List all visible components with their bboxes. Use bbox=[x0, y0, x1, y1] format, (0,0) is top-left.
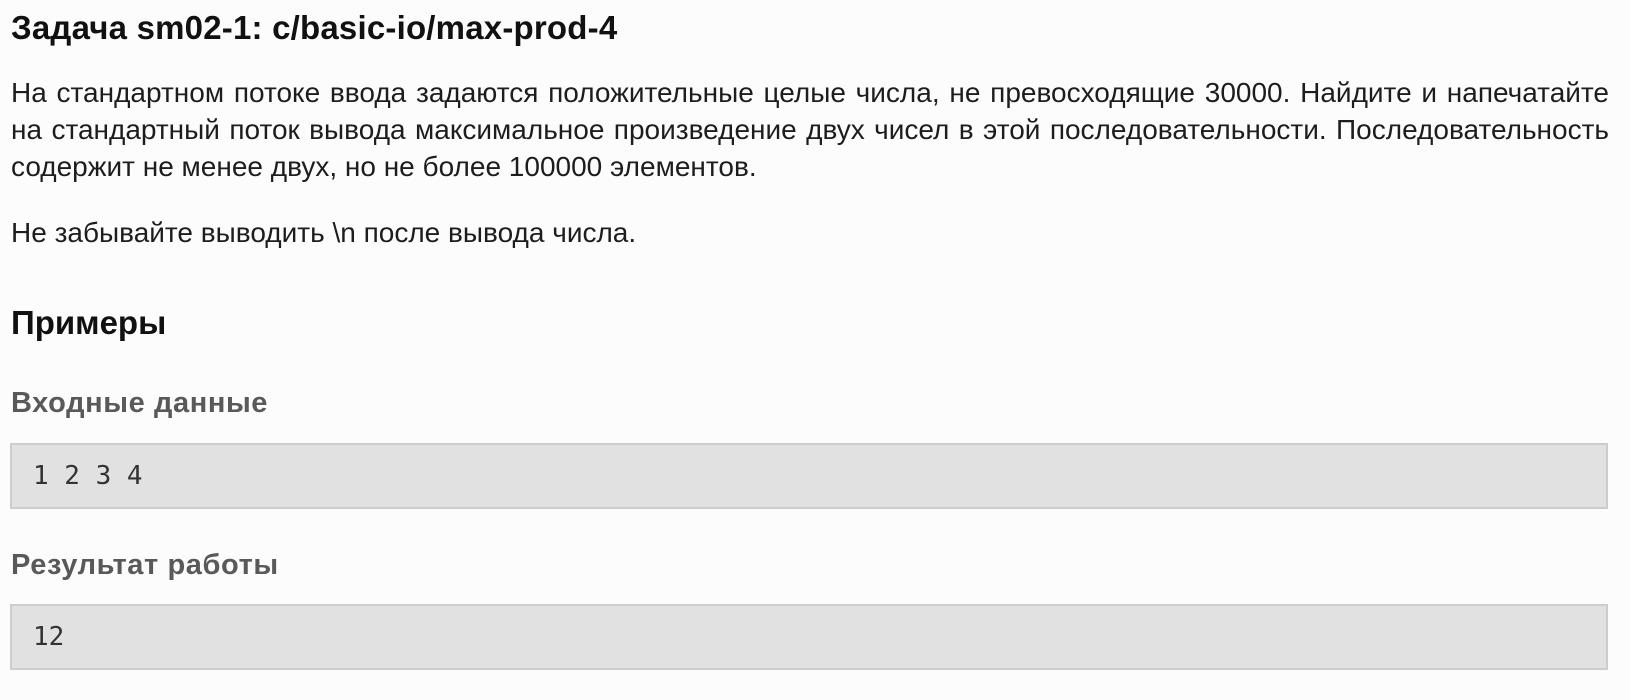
example-input-box[interactable]: 1 2 3 4 bbox=[10, 443, 1608, 509]
problem-title: Задача sm02-1: c/basic-io/max-prod-4 bbox=[11, 9, 618, 46]
example-output-box[interactable]: 12 bbox=[10, 604, 1608, 670]
output-result-heading: Результат работы bbox=[11, 549, 279, 581]
input-data-heading: Входные данные bbox=[11, 387, 269, 419]
problem-page: Задача sm02-1: c/basic-io/max-prod-4 На … bbox=[0, 0, 1630, 700]
examples-heading: Примеры bbox=[11, 304, 167, 341]
problem-description: На стандартном потоке ввода задаются пол… bbox=[11, 77, 1609, 182]
problem-note: Не забывайте выводить \n после вывода чи… bbox=[11, 217, 637, 248]
